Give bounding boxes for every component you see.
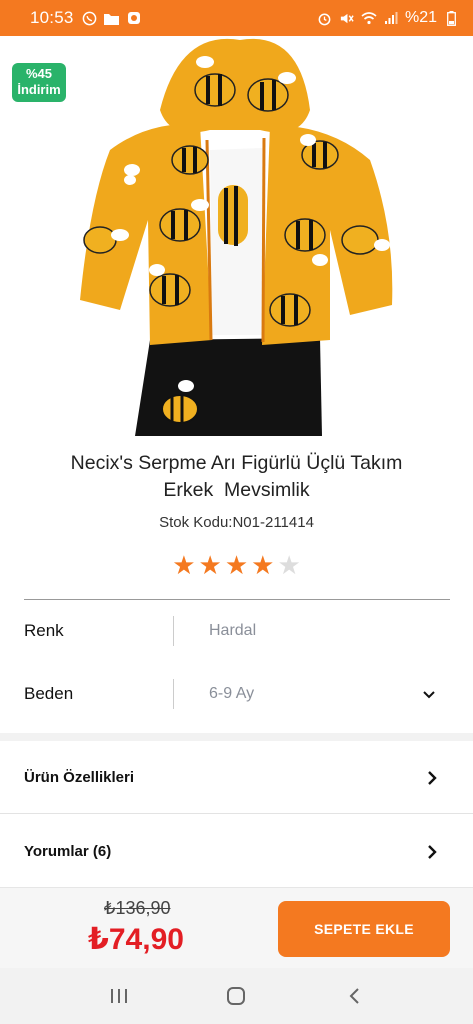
color-value: Hardal (209, 622, 257, 639)
section-separator (0, 733, 473, 741)
purchase-bar: ₺136,90 ₺74,90 SEPETE EKLE (0, 887, 473, 968)
star-icon: ★ (277, 550, 301, 580)
size-option-row[interactable]: Beden 6-9 Ay (0, 664, 473, 724)
recent-apps-icon[interactable] (107, 984, 131, 1008)
wifi-icon (361, 10, 377, 26)
product-features-label: Ürün Özellikleri (24, 768, 135, 786)
system-navigation-bar (0, 968, 473, 1024)
folder-icon (104, 10, 120, 26)
current-price: ₺74,90 (88, 923, 184, 956)
add-to-cart-button[interactable]: SEPETE EKLE (278, 901, 450, 957)
color-label: Renk (24, 621, 64, 640)
chevron-down-icon[interactable] (423, 686, 435, 703)
whatsapp-icon (82, 10, 98, 26)
option-separator (173, 616, 174, 646)
star-icon: ★ (251, 550, 275, 580)
size-value[interactable]: 6-9 Ay (209, 685, 254, 703)
product-title-line2: Erkek Mevsimlik (163, 479, 310, 501)
reviews-label: Yorumlar (6) (24, 842, 112, 860)
discount-label: İndirim (17, 82, 61, 97)
alarm-icon (317, 10, 333, 26)
star-icon: ★ (172, 550, 196, 580)
app-notification-icon (126, 10, 142, 26)
discount-percent: %45 (25, 66, 53, 81)
battery-icon (443, 10, 459, 26)
back-icon[interactable] (342, 984, 366, 1008)
battery-percent: %21 (404, 9, 437, 26)
star-icon: ★ (198, 550, 222, 580)
discount-badge: %45 İndirim (12, 63, 66, 102)
option-separator (173, 679, 174, 709)
status-time: 10:53 (30, 8, 74, 27)
divider (24, 599, 450, 600)
reviews-row[interactable]: Yorumlar (6) (0, 815, 473, 887)
product-title-line1: Necix's Serpme Arı Figürlü Üçlü Takım (70, 452, 403, 474)
color-option-row: Renk Hardal (0, 601, 473, 661)
rating-stars: ★ ★ ★ ★ ★ (0, 552, 473, 578)
chevron-right-icon[interactable] (427, 844, 441, 859)
signal-icon (383, 10, 399, 26)
status-bar: 10:53 %21 (0, 0, 473, 36)
star-icon: ★ (224, 550, 249, 580)
home-icon[interactable] (224, 984, 248, 1008)
mute-icon (339, 10, 355, 26)
product-features-row[interactable]: Ürün Özellikleri (0, 741, 473, 813)
product-title: Necix's Serpme Arı Figürlü Üçlü Takım Er… (20, 450, 453, 504)
product-image[interactable] (0, 36, 473, 436)
size-label: Beden (24, 684, 74, 703)
old-price: ₺136,90 (104, 898, 171, 918)
divider (0, 813, 473, 814)
chevron-right-icon[interactable] (427, 770, 441, 785)
product-sku: Stok Kodu:N01-211414 (159, 514, 314, 531)
